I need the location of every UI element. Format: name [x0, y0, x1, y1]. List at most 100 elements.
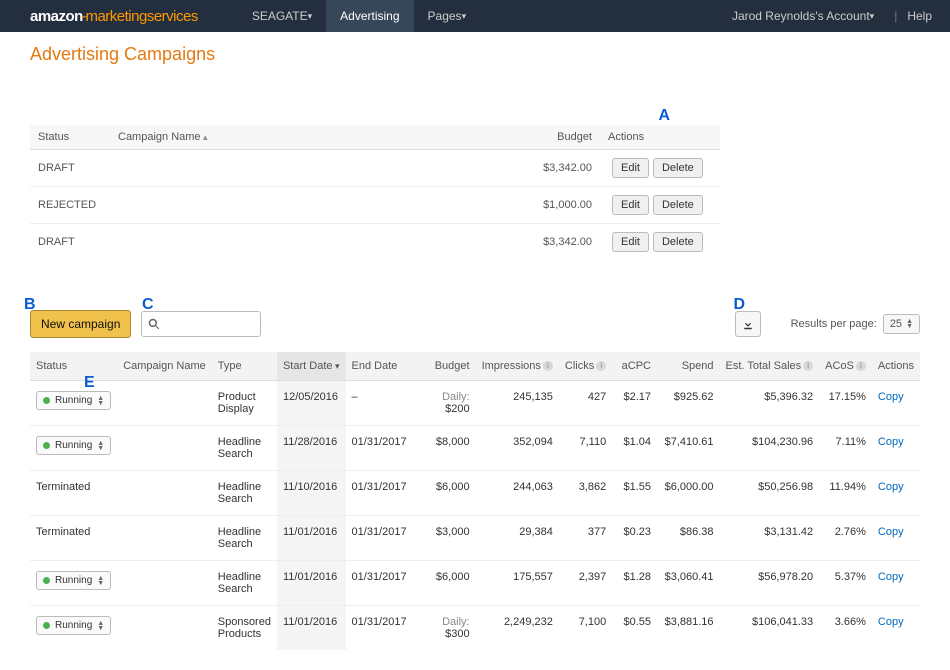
- status-dot-icon: [43, 397, 50, 404]
- cell-sales: $5,396.32: [720, 381, 820, 426]
- cell-sales: $3,131.42: [720, 516, 820, 561]
- page-title: Advertising Campaigns: [30, 44, 920, 65]
- drafts-col-status[interactable]: Status: [30, 125, 110, 150]
- cell-impressions: 245,135: [476, 381, 559, 426]
- stepper-icon: ▲▼: [97, 441, 104, 451]
- col-start-date[interactable]: Start Date: [277, 352, 346, 381]
- info-icon: i: [856, 361, 866, 371]
- col-campaign-name[interactable]: Campaign Name: [117, 352, 212, 381]
- col-clicks[interactable]: Clicksi: [559, 352, 612, 381]
- logo[interactable]: amazon ⌣ marketingservices: [30, 8, 198, 25]
- cell-clicks: 2,397: [559, 561, 612, 606]
- edit-button[interactable]: Edit: [612, 195, 649, 215]
- draft-budget: $3,342.00: [510, 150, 600, 187]
- annotation-c: C: [142, 296, 154, 314]
- new-campaign-button[interactable]: New campaign: [30, 310, 131, 338]
- cell-actions: Copy: [872, 606, 920, 651]
- drafts-table: Status Campaign Name Budget Actions DRAF…: [30, 125, 720, 260]
- logo-marketingservices-text: marketingservices: [85, 8, 197, 25]
- cell-clicks: 377: [559, 516, 612, 561]
- col-status[interactable]: Status: [30, 352, 117, 381]
- draft-actions: EditDelete: [600, 224, 720, 261]
- controls-row: B New campaign C D Results per page: 25 …: [30, 310, 920, 338]
- cell-end-date: 01/31/2017: [346, 516, 413, 561]
- edit-button[interactable]: Edit: [612, 158, 649, 178]
- status-pill[interactable]: Running▲▼: [36, 391, 111, 410]
- status-pill[interactable]: Running▲▼: [36, 571, 111, 590]
- status-text: Terminated: [36, 481, 90, 493]
- search-box[interactable]: [141, 311, 261, 337]
- account-menu[interactable]: Jarod Reynolds's Account: [718, 0, 888, 32]
- annotation-e: E: [84, 374, 95, 392]
- col-acpc[interactable]: aCPC: [612, 352, 657, 381]
- cell-end-date: 01/31/2017: [346, 426, 413, 471]
- drafts-col-budget[interactable]: Budget: [510, 125, 600, 150]
- campaign-row: Running▲▼Sponsored Products11/01/201601/…: [30, 606, 920, 651]
- status-dot-icon: [43, 442, 50, 449]
- col-budget[interactable]: Budget: [413, 352, 476, 381]
- col-impressions[interactable]: Impressionsi: [476, 352, 559, 381]
- cell-actions: Copy: [872, 426, 920, 471]
- cell-budget: Daily: $200: [413, 381, 476, 426]
- cell-acpc: $2.17: [612, 381, 657, 426]
- cell-end-date: –: [346, 381, 413, 426]
- draft-name: [110, 150, 510, 187]
- col-acos[interactable]: ACoSi: [819, 352, 872, 381]
- cell-end-date: 01/31/2017: [346, 561, 413, 606]
- draft-status: DRAFT: [30, 150, 110, 187]
- status-pill[interactable]: Running▲▼: [36, 436, 111, 455]
- cell-actions: Copy: [872, 381, 920, 426]
- cell-type: Sponsored Products: [212, 606, 277, 651]
- info-icon: i: [543, 361, 553, 371]
- download-icon: [742, 318, 754, 330]
- delete-button[interactable]: Delete: [653, 232, 703, 252]
- copy-link[interactable]: Copy: [878, 481, 904, 493]
- status-text: Terminated: [36, 526, 90, 538]
- draft-name: [110, 187, 510, 224]
- search-input[interactable]: [164, 317, 244, 331]
- copy-link[interactable]: Copy: [878, 571, 904, 583]
- cell-acpc: $0.55: [612, 606, 657, 651]
- nav-item-pages[interactable]: Pages: [414, 0, 481, 32]
- cell-impressions: 352,094: [476, 426, 559, 471]
- copy-link[interactable]: Copy: [878, 526, 904, 538]
- nav-item-advertising[interactable]: Advertising: [326, 0, 413, 32]
- cell-campaign-name: [117, 516, 212, 561]
- help-link[interactable]: Help: [903, 0, 932, 32]
- copy-link[interactable]: Copy: [878, 436, 904, 448]
- cell-spend: $6,000.00: [657, 471, 720, 516]
- cell-type: Headline Search: [212, 516, 277, 561]
- col-end-date[interactable]: End Date: [346, 352, 413, 381]
- rpp-select[interactable]: 25 ▲▼: [883, 314, 920, 334]
- edit-button[interactable]: Edit: [612, 232, 649, 252]
- cell-clicks: 3,862: [559, 471, 612, 516]
- copy-link[interactable]: Copy: [878, 616, 904, 628]
- cell-type: Product Display: [212, 381, 277, 426]
- cell-budget: Daily: $300: [413, 606, 476, 651]
- cell-status: Running▲▼: [30, 561, 117, 606]
- delete-button[interactable]: Delete: [653, 195, 703, 215]
- draft-budget: $1,000.00: [510, 187, 600, 224]
- copy-link[interactable]: Copy: [878, 391, 904, 403]
- rpp-value: 25: [890, 318, 902, 330]
- col-spend[interactable]: Spend: [657, 352, 720, 381]
- nav-item-seagate[interactable]: SEAGATE: [238, 0, 326, 32]
- drafts-col-campaign-name[interactable]: Campaign Name: [110, 125, 510, 150]
- col-est-total-sales[interactable]: Est. Total Salesi: [720, 352, 820, 381]
- cell-clicks: 7,110: [559, 426, 612, 471]
- cell-start-date: 11/28/2016: [277, 426, 346, 471]
- status-pill[interactable]: Running▲▼: [36, 616, 111, 635]
- draft-actions: EditDelete: [600, 150, 720, 187]
- info-icon: i: [596, 361, 606, 371]
- draft-status: DRAFT: [30, 224, 110, 261]
- cell-status: Running▲▼: [30, 381, 117, 426]
- draft-actions: EditDelete: [600, 187, 720, 224]
- cell-actions: Copy: [872, 561, 920, 606]
- search-icon: [148, 318, 160, 330]
- cell-acpc: $0.23: [612, 516, 657, 561]
- delete-button[interactable]: Delete: [653, 158, 703, 178]
- cell-type: Headline Search: [212, 561, 277, 606]
- download-button[interactable]: [735, 311, 761, 337]
- cell-start-date: 11/01/2016: [277, 516, 346, 561]
- col-type[interactable]: Type: [212, 352, 277, 381]
